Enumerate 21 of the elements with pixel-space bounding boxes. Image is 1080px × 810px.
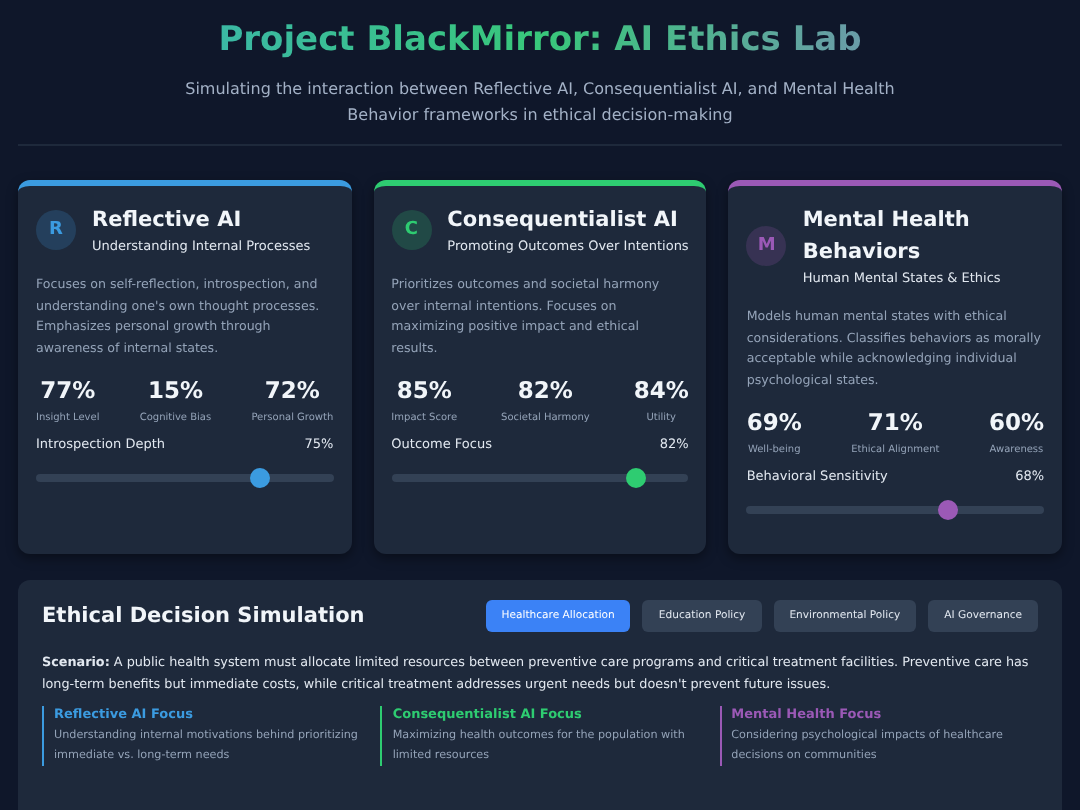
- card-title: Consequentialist AI: [447, 206, 680, 236]
- metric-value: 69%: [746, 408, 802, 436]
- section-title: Ethical Decision Simulation: [42, 604, 365, 628]
- card-title: Mental Health Behaviors: [802, 206, 972, 268]
- slider-thumb[interactable]: [625, 468, 646, 488]
- slider-thumb[interactable]: [938, 500, 959, 520]
- page-title: Project BlackMirror: AI Ethics Lab: [218, 20, 862, 60]
- avatar-badge: R: [36, 210, 76, 250]
- slider-thumb[interactable]: [249, 468, 269, 488]
- metric-value: 15%: [145, 376, 205, 404]
- page-subtitle: Simulating the interaction between Reflective AI, Consequentialist AI, and Mental Health Behavior frameworks in ethical decision-making: [183, 78, 897, 128]
- metric-value: 71%: [865, 408, 925, 436]
- avatar-badge: M: [746, 226, 787, 266]
- metric-value: 85%: [394, 376, 454, 404]
- avatar-badge: C: [391, 210, 432, 250]
- metric-value: 84%: [633, 376, 689, 404]
- metric-value: 72%: [262, 376, 322, 404]
- metric-value: 60%: [988, 408, 1044, 436]
- metric-value: 77%: [38, 376, 98, 404]
- card-title: Reflective AI: [92, 206, 244, 236]
- metric-value: 82%: [515, 376, 575, 404]
